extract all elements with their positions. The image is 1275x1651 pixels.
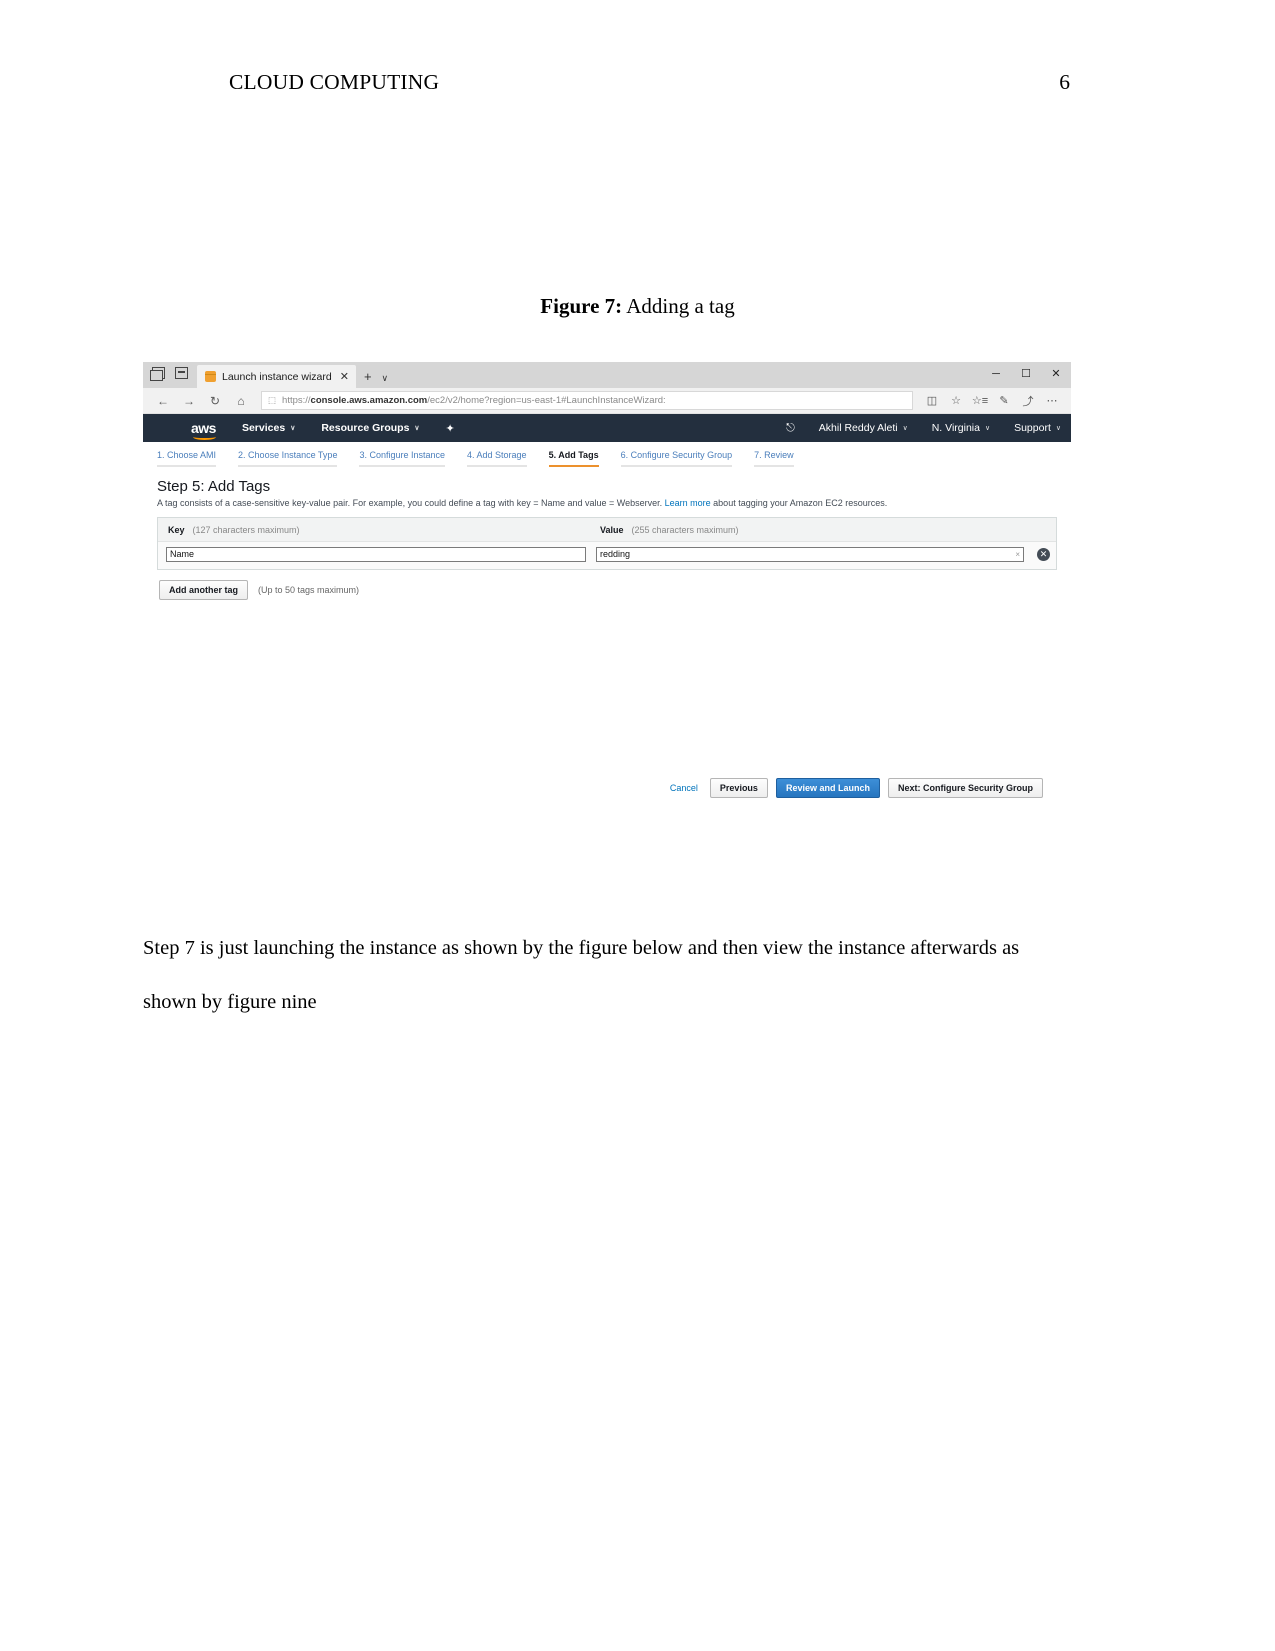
learn-more-link[interactable]: Learn more — [665, 498, 711, 508]
value-column-label: Value — [600, 524, 624, 535]
tag-value-input[interactable]: redding × — [596, 547, 1024, 562]
lock-icon: ⬚ — [268, 395, 277, 405]
wizard-spacer — [157, 600, 1057, 778]
close-window-button[interactable]: ✕ — [1041, 362, 1071, 386]
figure-caption-label: Figure 7: — [540, 294, 623, 318]
browser-tab[interactable]: Launch instance wizard ✕ — [197, 365, 356, 388]
key-column-hint: (127 characters maximum) — [192, 524, 300, 535]
resource-groups-menu[interactable]: Resource Groups ∨ — [321, 422, 419, 434]
region-menu-label: N. Virginia — [931, 422, 980, 434]
web-notes-icon[interactable]: ✎ — [993, 394, 1015, 407]
browser-address-bar: ← → ↻ ⌂ ⬚ https://console.aws.amazon.com… — [143, 388, 1071, 414]
pin-icon[interactable]: ✦ — [446, 422, 455, 435]
refresh-icon[interactable]: ↻ — [203, 394, 227, 408]
wizard-description-after: about tagging your Amazon EC2 resources. — [713, 498, 888, 508]
document-page-number: 6 — [1059, 70, 1070, 94]
chevron-down-icon: ∨ — [1055, 425, 1061, 432]
wizard-step-6[interactable]: 6. Configure Security Group — [620, 448, 733, 467]
wizard-step-2[interactable]: 2. Choose Instance Type — [238, 448, 338, 467]
services-menu-label: Services — [241, 422, 286, 434]
bell-icon[interactable]: ⎋ — [786, 422, 795, 435]
browser-window-buttons — [143, 362, 197, 388]
region-menu[interactable]: N. Virginia ∨ — [932, 422, 990, 434]
account-menu[interactable]: Akhil Reddy Aleti ∨ — [819, 422, 908, 434]
wizard-step-tabs: 1. Choose AMI 2. Choose Instance Type 3.… — [143, 442, 1071, 468]
browser-title-bar: Launch instance wizard ✕ + ∨ ─ ☐ ✕ — [143, 362, 1071, 388]
maximize-button[interactable]: ☐ — [1011, 362, 1041, 386]
tags-table-header: Key (127 characters maximum) Value (255 … — [158, 518, 1056, 542]
previous-button[interactable]: Previous — [709, 778, 768, 798]
wizard-description: A tag consists of a case-sensitive key-v… — [157, 498, 1057, 508]
tags-panel: Key (127 characters maximum) Value (255 … — [157, 517, 1057, 570]
tag-key-input[interactable]: Name — [166, 547, 586, 562]
wizard-footer-buttons: Cancel Previous Review and Launch Next: … — [157, 778, 1057, 798]
chevron-down-icon: ∨ — [902, 425, 908, 432]
clear-value-icon[interactable]: × — [1015, 548, 1020, 561]
url-path: /ec2/v2/home?region=us-east-1#LaunchInst… — [427, 395, 666, 406]
page-title: Step 5: Add Tags — [157, 478, 271, 495]
url-prefix: https:// — [282, 395, 311, 406]
resource-groups-label: Resource Groups — [321, 422, 410, 434]
aws-nav-right: ⎋ Akhil Reddy Aleti ∨ N. Virginia ∨ Supp… — [776, 422, 1061, 435]
url-text: https://console.aws.amazon.com/ec2/v2/ho… — [282, 395, 666, 406]
value-column-header: Value (255 characters maximum) — [590, 525, 1056, 535]
value-column-hint: (255 characters maximum) — [631, 524, 739, 535]
chevron-down-icon: ∨ — [290, 425, 296, 432]
document-header-title: CLOUD COMPUTING — [229, 70, 440, 94]
cancel-button[interactable]: Cancel — [670, 783, 698, 793]
reading-view-icon[interactable]: ◫ — [921, 394, 943, 407]
wizard-step-5[interactable]: 5. Add Tags — [548, 448, 599, 467]
aws-logo[interactable]: aws — [191, 420, 216, 440]
review-and-launch-button[interactable]: Review and Launch — [775, 778, 880, 798]
more-settings-icon[interactable]: ⋯ — [1041, 394, 1063, 407]
wizard-step-1[interactable]: 1. Choose AMI — [157, 448, 217, 467]
key-column-header: Key (127 characters maximum) — [158, 525, 590, 535]
delete-tag-button[interactable]: ✕ — [1037, 548, 1050, 561]
key-column-label: Key — [168, 524, 185, 535]
wizard-description-before: A tag consists of a case-sensitive key-v… — [157, 498, 663, 508]
body-paragraph-1: Step 7 is just launching the instance as… — [143, 937, 1020, 1013]
support-menu-label: Support — [1014, 422, 1051, 434]
add-tag-row: Add another tag (Up to 50 tags maximum) — [157, 580, 1057, 600]
home-icon[interactable]: ⌂ — [229, 394, 253, 408]
wizard-step-4[interactable]: 4. Add Storage — [467, 448, 527, 467]
tag-value-value: redding — [600, 549, 631, 559]
browser-tab-title: Launch instance wizard — [222, 370, 332, 383]
wizard-step-7[interactable]: 7. Review — [754, 448, 794, 467]
minimize-button[interactable]: ─ — [981, 362, 1011, 386]
window-restore-icon[interactable] — [150, 366, 165, 381]
launch-instance-wizard: 1. Choose AMI 2. Choose Instance Type 3.… — [143, 442, 1071, 890]
add-another-tag-button[interactable]: Add another tag — [159, 580, 248, 600]
back-icon[interactable]: ← — [151, 394, 175, 408]
next-configure-security-group-button[interactable]: Next: Configure Security Group — [887, 778, 1043, 798]
chevron-down-icon: ∨ — [984, 425, 991, 432]
wizard-step-3[interactable]: 3. Configure Instance — [359, 448, 446, 467]
url-input[interactable]: ⬚ https://console.aws.amazon.com/ec2/v2/… — [261, 391, 913, 410]
close-tab-icon[interactable]: ✕ — [340, 370, 349, 383]
support-menu[interactable]: Support ∨ — [1014, 422, 1061, 434]
chevron-down-icon[interactable]: ∨ — [380, 373, 397, 388]
add-tag-hint: (Up to 50 tags maximum) — [258, 585, 360, 595]
window-split-icon[interactable] — [175, 366, 188, 379]
account-menu-label: Akhil Reddy Aleti — [818, 422, 898, 434]
table-row: Name redding × ✕ — [158, 542, 1056, 569]
services-menu[interactable]: Services ∨ — [242, 422, 295, 434]
aws-top-navigation: aws Services ∨ Resource Groups ∨ ✦ ⎋ Akh… — [143, 414, 1071, 442]
figure-caption: Figure 7: Adding a tag — [0, 294, 1275, 319]
tag-key-value: Name — [170, 549, 195, 559]
wizard-content: Step 5: Add Tags A tag consists of a cas… — [143, 468, 1071, 816]
document-header: CLOUD COMPUTING 6 — [0, 70, 1275, 104]
url-domain: console.aws.amazon.com — [310, 395, 428, 406]
tab-favicon-icon — [205, 371, 216, 382]
share-icon[interactable]: ⤴ — [1017, 393, 1039, 409]
favorite-star-icon[interactable]: ☆ — [945, 394, 967, 407]
favorites-hub-icon[interactable]: ☆≡ — [969, 394, 991, 407]
figure-caption-text: Adding a tag — [622, 294, 735, 318]
embedded-screenshot: Launch instance wizard ✕ + ∨ ─ ☐ ✕ ← → ↻… — [143, 362, 1071, 890]
wizard-bottom-spacer — [157, 798, 1057, 816]
window-controls: ─ ☐ ✕ — [981, 362, 1071, 388]
chevron-down-icon: ∨ — [414, 425, 420, 432]
forward-icon[interactable]: → — [177, 394, 201, 408]
new-tab-button[interactable]: + — [356, 369, 380, 388]
